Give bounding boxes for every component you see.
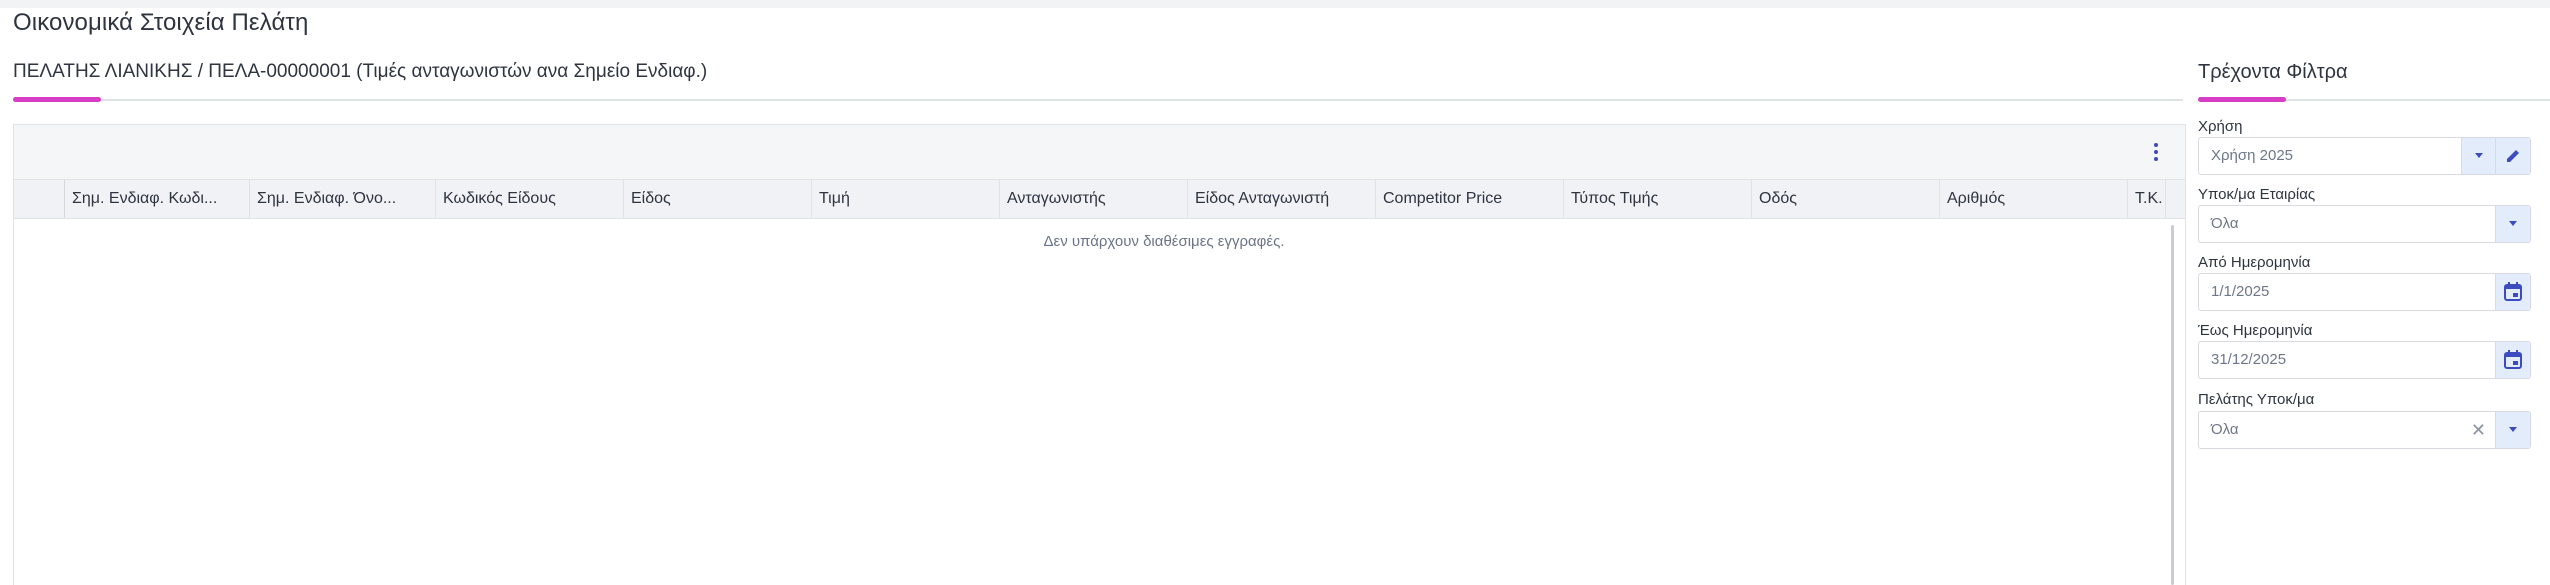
- column-header-competitor-price[interactable]: Competitor Price: [1376, 180, 1564, 218]
- to-date-label: Έως Ημερομηνία: [2198, 322, 2313, 339]
- company-branch-select[interactable]: Όλα: [2198, 205, 2531, 243]
- section-header: ΠΕΛΑΤΗΣ ΛΙΑΝΙΚΗΣ / ΠΕΛΑ-00000001 (Τιμές …: [13, 61, 708, 82]
- to-date-input[interactable]: 31/12/2025: [2198, 341, 2531, 379]
- from-date-input[interactable]: 1/1/2025: [2198, 273, 2531, 311]
- column-header-postal-code[interactable]: Τ.Κ.: [2128, 180, 2166, 218]
- caret-down-icon: [2475, 153, 2483, 158]
- empty-message: Δεν υπάρχουν διαθέσιμες εγγραφές.: [1043, 233, 1285, 250]
- column-header-competitor-item[interactable]: Είδος Ανταγωνιστή: [1188, 180, 1376, 218]
- column-header-price-type[interactable]: Τύπος Τιμής: [1564, 180, 1752, 218]
- grid-toolbar: [14, 125, 2185, 180]
- from-date-value: 1/1/2025: [2211, 283, 2270, 300]
- pencil-icon: [2507, 150, 2519, 162]
- calendar-icon: [2504, 282, 2522, 301]
- page-title: Οικονομικά Στοιχεία Πελάτη: [13, 9, 309, 36]
- select-all-column[interactable]: [14, 180, 65, 218]
- column-header-item-code[interactable]: Κωδικός Είδους: [436, 180, 624, 218]
- caret-down-icon: [2509, 427, 2517, 432]
- year-select[interactable]: Χρήση 2025: [2198, 137, 2531, 175]
- customer-branch-dropdown-button[interactable]: [2495, 412, 2530, 448]
- year-edit-button[interactable]: [2495, 138, 2530, 174]
- customer-branch-label: Πελάτης Υποκ/μα: [2198, 391, 2315, 408]
- grid-header-row: Σημ. Ενδιαφ. Κωδι... Σημ. Ενδιαφ. Όνο...…: [14, 180, 2185, 219]
- customer-branch-value: Όλα: [2211, 421, 2239, 438]
- column-header-poi-code[interactable]: Σημ. Ενδιαφ. Κωδι...: [65, 180, 250, 218]
- filters-accent-bar: [2198, 97, 2286, 102]
- close-icon[interactable]: ✕: [2471, 420, 2486, 441]
- column-header-item[interactable]: Είδος: [624, 180, 812, 218]
- column-header-number[interactable]: Αριθμός: [1940, 180, 2128, 218]
- company-branch-value: Όλα: [2211, 215, 2239, 232]
- data-grid: Σημ. Ενδιαφ. Κωδι... Σημ. Ενδιαφ. Όνο...…: [13, 124, 2186, 585]
- from-date-calendar-button[interactable]: [2495, 274, 2530, 310]
- top-strip: [0, 0, 2550, 8]
- from-date-label: Από Ημερομηνία: [2198, 254, 2311, 271]
- customer-branch-select[interactable]: Όλα ✕: [2198, 411, 2531, 449]
- column-header-street[interactable]: Οδός: [1752, 180, 1940, 218]
- year-value: Χρήση 2025: [2211, 147, 2294, 164]
- caret-down-icon: [2509, 221, 2517, 226]
- column-header-price[interactable]: Τιμή: [812, 180, 1000, 218]
- company-branch-dropdown-button[interactable]: [2495, 206, 2530, 242]
- year-dropdown-button[interactable]: [2461, 138, 2496, 174]
- more-options-icon[interactable]: [2149, 141, 2163, 163]
- company-branch-label: Υποκ/μα Εταιρίας: [2198, 186, 2316, 203]
- filters-title: Τρέχοντα Φίλτρα: [2198, 61, 2348, 83]
- year-label: Χρήση: [2198, 118, 2243, 135]
- to-date-calendar-button[interactable]: [2495, 342, 2530, 378]
- vertical-scrollbar[interactable]: [2171, 225, 2174, 585]
- calendar-icon: [2504, 350, 2522, 369]
- to-date-value: 31/12/2025: [2211, 351, 2287, 368]
- section-divider: [13, 99, 2183, 101]
- section-accent-bar: [13, 97, 101, 102]
- column-header-poi-name[interactable]: Σημ. Ενδιαφ. Όνο...: [250, 180, 436, 218]
- column-header-competitor[interactable]: Ανταγωνιστής: [1000, 180, 1188, 218]
